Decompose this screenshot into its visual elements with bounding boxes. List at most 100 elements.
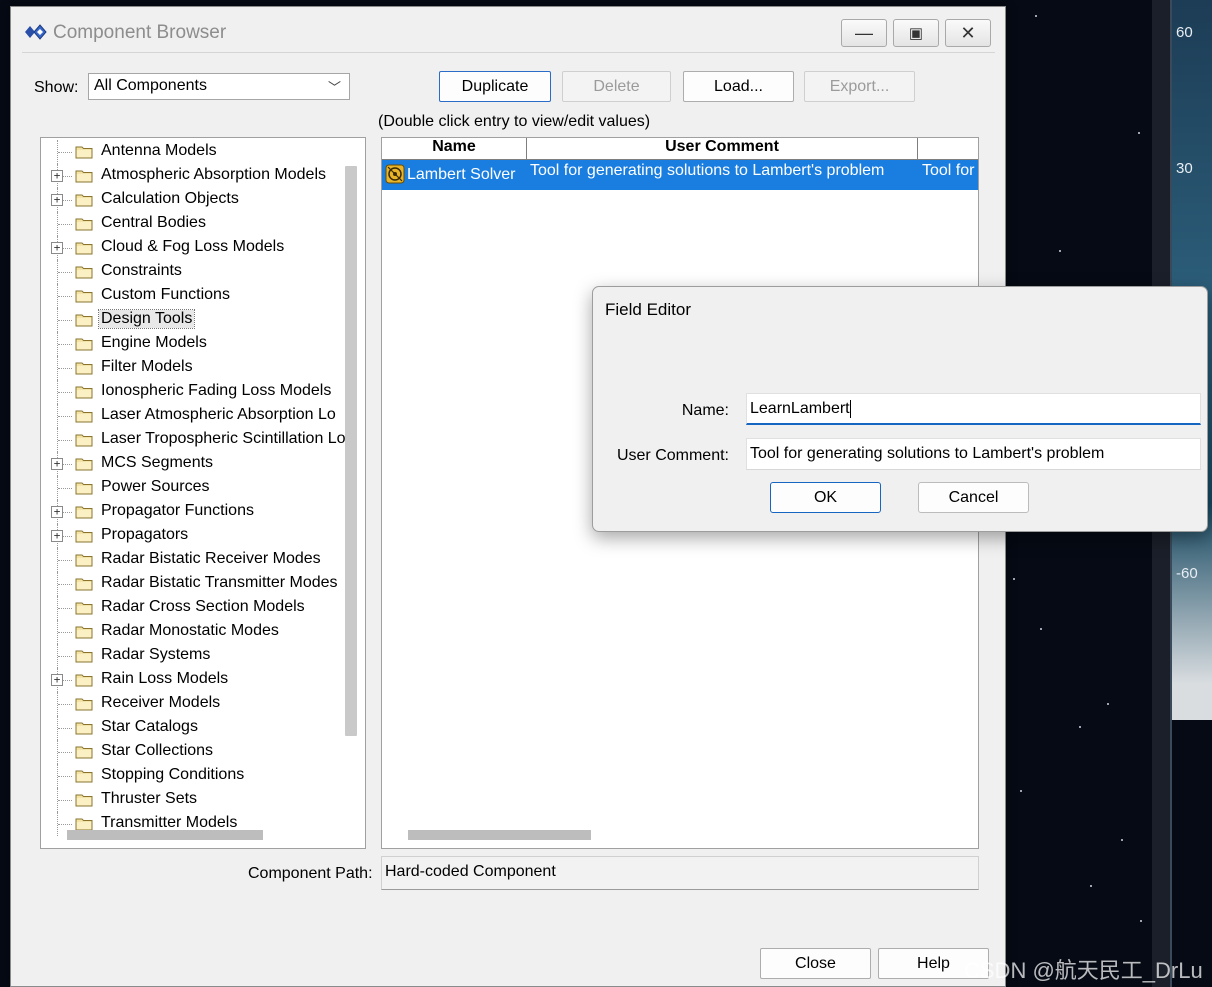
tree-item[interactable]: Design Tools: [41, 308, 341, 332]
folder-icon: [75, 746, 93, 759]
tree-item[interactable]: Stopping Conditions: [41, 764, 341, 788]
component-tree[interactable]: Antenna Models + Atmospheric Absorption Mo…: [40, 137, 366, 849]
lambert-solver-icon: [385, 164, 405, 184]
tree-connector: [58, 728, 72, 729]
tree-item[interactable]: Engine Models: [41, 332, 341, 356]
tree-item[interactable]: + Cloud & Fog Loss Models: [41, 236, 341, 260]
maximize-icon: ▣: [908, 25, 924, 42]
duplicate-button[interactable]: Duplicate: [439, 71, 551, 102]
minimize-button[interactable]: —: [841, 19, 887, 47]
tree-item-label: Constraints: [101, 262, 182, 279]
tree-item-label: Radar Systems: [101, 646, 211, 663]
tree-item-label: Laser Atmospheric Absorption Lo: [101, 406, 336, 423]
tree-item[interactable]: Constraints: [41, 260, 341, 284]
row-extra: Tool for g: [922, 162, 978, 179]
folder-icon: [75, 242, 93, 255]
user-comment-label: User Comment:: [616, 447, 729, 464]
tree-item[interactable]: Radar Bistatic Receiver Modes: [41, 548, 341, 572]
folder-icon: [75, 314, 93, 327]
delete-button[interactable]: Delete: [562, 71, 671, 102]
tree-item-label: Central Bodies: [101, 214, 206, 231]
list-horizontal-scrollbar[interactable]: [408, 830, 591, 840]
tree-item-label: Thruster Sets: [101, 790, 198, 807]
window-title: Component Browser: [53, 22, 227, 43]
tree-vertical-scrollbar[interactable]: [345, 166, 357, 736]
expand-icon[interactable]: +: [51, 242, 63, 254]
chevron-down-icon: ﹀: [327, 80, 341, 95]
folder-icon: [75, 722, 93, 735]
row-comment: Tool for generating solutions to Lambert…: [530, 162, 885, 179]
tree-item[interactable]: Custom Functions: [41, 284, 341, 308]
folder-icon: [75, 554, 93, 567]
tree-item[interactable]: Laser Atmospheric Absorption Lo: [41, 404, 341, 428]
tree-item-label: Laser Tropospheric Scintillation Lo: [101, 430, 346, 447]
expand-icon[interactable]: +: [51, 506, 63, 518]
table-row[interactable]: Lambert Solver Tool for generating solut…: [382, 160, 978, 190]
expand-icon[interactable]: +: [51, 170, 63, 182]
tree-item[interactable]: + Propagators: [41, 524, 341, 548]
tree-item[interactable]: Star Catalogs: [41, 716, 341, 740]
expand-icon[interactable]: +: [51, 458, 63, 470]
tree-item[interactable]: Thruster Sets: [41, 788, 341, 812]
tree-item[interactable]: Laser Tropospheric Scintillation Lo: [41, 428, 346, 452]
folder-icon: [75, 602, 93, 615]
tree-item-label: Radar Bistatic Receiver Modes: [101, 550, 321, 567]
tree-item[interactable]: + Calculation Objects: [41, 188, 341, 212]
tree-item[interactable]: + Rain Loss Models: [41, 668, 341, 692]
tree-horizontal-scrollbar[interactable]: [67, 830, 263, 840]
tree-item[interactable]: Radar Systems: [41, 644, 341, 668]
scale-label: 60: [1176, 24, 1193, 41]
column-header-comment[interactable]: User Comment: [527, 138, 918, 160]
name-input[interactable]: LearnLambert: [746, 393, 1201, 425]
tree-item-label: Custom Functions: [101, 286, 230, 303]
tree-item-label: Power Sources: [101, 478, 210, 495]
tree-item[interactable]: + MCS Segments: [41, 452, 341, 476]
tree-connector: [58, 488, 72, 489]
tree-connector: [58, 344, 72, 345]
tree-item[interactable]: Radar Cross Section Models: [41, 596, 341, 620]
app-icon: [25, 24, 47, 40]
tree-connector: [58, 296, 72, 297]
tree-item[interactable]: + Propagator Functions: [41, 500, 341, 524]
watermark: CSDN @航天民工_DrLu: [964, 958, 1203, 983]
expand-icon[interactable]: +: [51, 194, 63, 206]
tree-connector: [58, 584, 72, 585]
tree-item[interactable]: Radar Monostatic Modes: [41, 620, 341, 644]
folder-icon: [75, 530, 93, 543]
show-label: Show:: [34, 79, 79, 96]
title-bar[interactable]: Component Browser — ▣ ✕: [11, 7, 1005, 55]
tree-item-label: Star Catalogs: [101, 718, 198, 735]
close-window-button[interactable]: ✕: [945, 19, 991, 47]
component-path-label: Component Path:: [248, 865, 373, 882]
export-button[interactable]: Export...: [804, 71, 915, 102]
folder-icon: [75, 770, 93, 783]
folder-icon: [75, 218, 93, 231]
tree-connector: [58, 320, 72, 321]
tree-item[interactable]: + Atmospheric Absorption Models: [41, 164, 341, 188]
show-dropdown-value: All Components: [94, 77, 207, 94]
tree-item[interactable]: Receiver Models: [41, 692, 341, 716]
text-caret: [849, 400, 851, 418]
tree-item[interactable]: Ionospheric Fading Loss Models: [41, 380, 341, 404]
column-header-extra[interactable]: [918, 138, 978, 160]
user-comment-input[interactable]: Tool for generating solutions to Lambert…: [746, 438, 1201, 470]
tree-item-label: Radar Monostatic Modes: [101, 622, 279, 639]
expand-icon[interactable]: +: [51, 530, 63, 542]
tree-item[interactable]: Antenna Models: [41, 140, 341, 164]
tree-connector: [58, 224, 72, 225]
tree-item-label: Atmospheric Absorption Models: [101, 166, 326, 183]
load-button[interactable]: Load...: [683, 71, 794, 102]
show-dropdown[interactable]: All Components ﹀: [88, 73, 350, 100]
tree-item[interactable]: Central Bodies: [41, 212, 341, 236]
ok-button[interactable]: OK: [770, 482, 881, 513]
maximize-button[interactable]: ▣: [893, 19, 939, 47]
cancel-button[interactable]: Cancel: [918, 482, 1029, 513]
expand-icon[interactable]: +: [51, 674, 63, 686]
tree-item[interactable]: Filter Models: [41, 356, 341, 380]
tree-connector: [58, 560, 72, 561]
tree-item[interactable]: Power Sources: [41, 476, 341, 500]
tree-item[interactable]: Star Collections: [41, 740, 341, 764]
close-button[interactable]: Close: [760, 948, 871, 979]
column-header-name[interactable]: Name: [382, 138, 527, 160]
tree-item[interactable]: Radar Bistatic Transmitter Modes: [41, 572, 341, 596]
